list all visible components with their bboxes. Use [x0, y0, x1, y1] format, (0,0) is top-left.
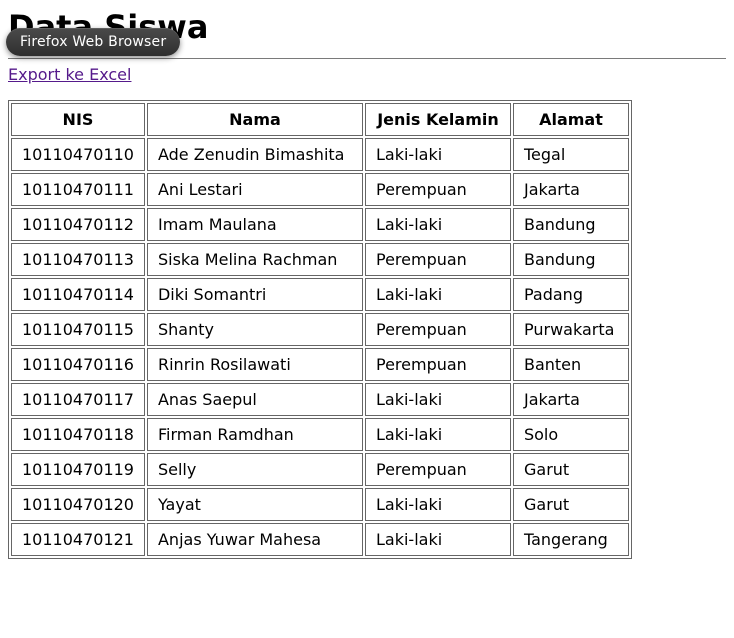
cell-nis: 10110470114 [11, 278, 145, 311]
cell-alamat: Garut [513, 453, 629, 486]
cell-nis: 10110470121 [11, 523, 145, 556]
cell-jk: Laki-laki [365, 383, 511, 416]
table-row: 10110470120YayatLaki-lakiGarut [11, 488, 629, 521]
students-table: NIS Nama Jenis Kelamin Alamat 1011047011… [8, 100, 632, 559]
cell-alamat: Tangerang [513, 523, 629, 556]
cell-nama: Siska Melina Rachman [147, 243, 363, 276]
cell-nama: Diki Somantri [147, 278, 363, 311]
cell-nis: 10110470112 [11, 208, 145, 241]
cell-alamat: Tegal [513, 138, 629, 171]
cell-alamat: Solo [513, 418, 629, 451]
cell-nama: Selly [147, 453, 363, 486]
cell-jk: Laki-laki [365, 138, 511, 171]
cell-nis: 10110470111 [11, 173, 145, 206]
cell-alamat: Bandung [513, 243, 629, 276]
cell-nama: Yayat [147, 488, 363, 521]
cell-jk: Perempuan [365, 313, 511, 346]
cell-alamat: Purwakarta [513, 313, 629, 346]
cell-jk: Laki-laki [365, 278, 511, 311]
cell-nama: Anas Saepul [147, 383, 363, 416]
cell-nama: Imam Maulana [147, 208, 363, 241]
cell-nama: Rinrin Rosilawati [147, 348, 363, 381]
cell-nis: 10110470117 [11, 383, 145, 416]
export-excel-link[interactable]: Export ke Excel [8, 65, 131, 84]
cell-nis: 10110470110 [11, 138, 145, 171]
cell-jk: Perempuan [365, 453, 511, 486]
cell-alamat: Padang [513, 278, 629, 311]
col-header-nis: NIS [11, 103, 145, 136]
cell-alamat: Jakarta [513, 383, 629, 416]
cell-nama: Anjas Yuwar Mahesa [147, 523, 363, 556]
table-row: 10110470119SellyPerempuanGarut [11, 453, 629, 486]
table-row: 10110470117Anas SaepulLaki-lakiJakarta [11, 383, 629, 416]
cell-nama: Ade Zenudin Bimashita [147, 138, 363, 171]
cell-jk: Laki-laki [365, 488, 511, 521]
cell-alamat: Jakarta [513, 173, 629, 206]
cell-jk: Laki-laki [365, 523, 511, 556]
cell-nis: 10110470113 [11, 243, 145, 276]
browser-tooltip: Firefox Web Browser [6, 28, 180, 56]
divider [8, 58, 726, 59]
cell-alamat: Banten [513, 348, 629, 381]
table-row: 10110470115ShantyPerempuanPurwakarta [11, 313, 629, 346]
cell-jk: Laki-laki [365, 208, 511, 241]
col-header-jk: Jenis Kelamin [365, 103, 511, 136]
cell-nis: 10110470118 [11, 418, 145, 451]
cell-jk: Perempuan [365, 348, 511, 381]
col-header-alamat: Alamat [513, 103, 629, 136]
cell-jk: Perempuan [365, 243, 511, 276]
table-row: 10110470110Ade Zenudin BimashitaLaki-lak… [11, 138, 629, 171]
cell-jk: Laki-laki [365, 418, 511, 451]
table-row: 10110470121Anjas Yuwar MahesaLaki-lakiTa… [11, 523, 629, 556]
cell-nis: 10110470120 [11, 488, 145, 521]
cell-nama: Shanty [147, 313, 363, 346]
cell-nama: Firman Ramdhan [147, 418, 363, 451]
cell-nis: 10110470115 [11, 313, 145, 346]
cell-alamat: Bandung [513, 208, 629, 241]
table-row: 10110470111Ani LestariPerempuanJakarta [11, 173, 629, 206]
cell-nis: 10110470119 [11, 453, 145, 486]
col-header-nama: Nama [147, 103, 363, 136]
cell-nama: Ani Lestari [147, 173, 363, 206]
table-row: 10110470114Diki SomantriLaki-lakiPadang [11, 278, 629, 311]
table-row: 10110470116Rinrin RosilawatiPerempuanBan… [11, 348, 629, 381]
cell-alamat: Garut [513, 488, 629, 521]
table-row: 10110470112Imam MaulanaLaki-lakiBandung [11, 208, 629, 241]
cell-nis: 10110470116 [11, 348, 145, 381]
table-row: 10110470113Siska Melina RachmanPerempuan… [11, 243, 629, 276]
table-header-row: NIS Nama Jenis Kelamin Alamat [11, 103, 629, 136]
table-row: 10110470118Firman RamdhanLaki-lakiSolo [11, 418, 629, 451]
cell-jk: Perempuan [365, 173, 511, 206]
